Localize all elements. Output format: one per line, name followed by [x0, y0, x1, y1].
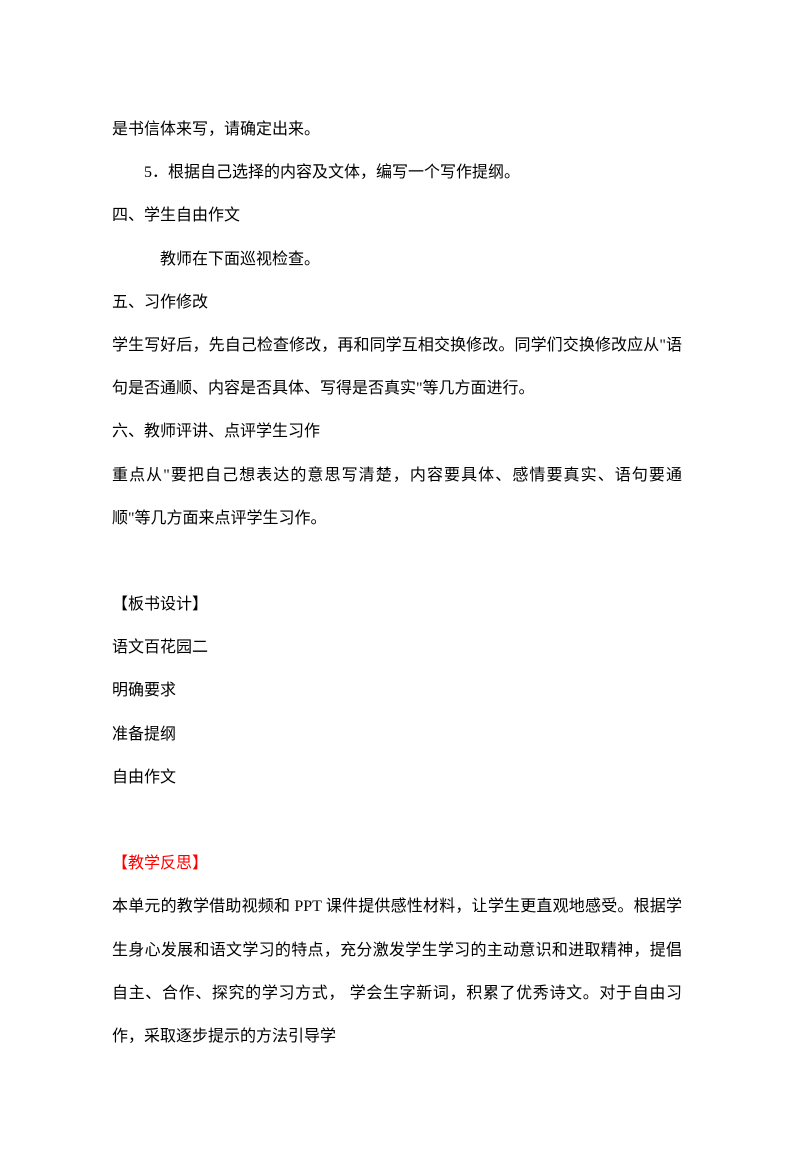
paragraph-14: 自由作文 — [112, 756, 682, 799]
paragraph-13: 准备提纲 — [112, 713, 682, 756]
document-body: 是书信体来写，请确定出来。 5．根据自己选择的内容及文体，编写一个写作提纲。 四… — [0, 0, 794, 1158]
paragraph-1: 是书信体来写，请确定出来。 — [112, 108, 682, 151]
paragraph-2: 5．根据自己选择的内容及文体，编写一个写作提纲。 — [112, 151, 682, 194]
paragraph-17: 本单元的教学借助视频和 PPT 课件提供感性材料，让学生更直观地感受。根据学生身… — [112, 885, 682, 1058]
paragraph-7: 六、教师评讲、点评学生习作 — [112, 410, 682, 453]
paragraph-6: 学生写好后，先自己检查修改，再和同学互相交换修改。同学们交换修改应从"语句是否通… — [112, 324, 682, 410]
paragraph-8: 重点从"要把自己想表达的意思写清楚，内容要具体、感情要真实、语句要通顺"等几方面… — [112, 454, 682, 540]
paragraph-empty-1 — [112, 540, 682, 583]
paragraph-3: 四、学生自由作文 — [112, 194, 682, 237]
paragraph-12: 明确要求 — [112, 669, 682, 712]
paragraph-4: 教师在下面巡视检查。 — [112, 238, 682, 281]
paragraph-5: 五、习作修改 — [112, 281, 682, 324]
paragraph-16-reflection-heading: 【教学反思】 — [112, 842, 682, 885]
paragraph-empty-2 — [112, 799, 682, 842]
paragraph-11: 语文百花园二 — [112, 626, 682, 669]
paragraph-10: 【板书设计】 — [112, 583, 682, 626]
